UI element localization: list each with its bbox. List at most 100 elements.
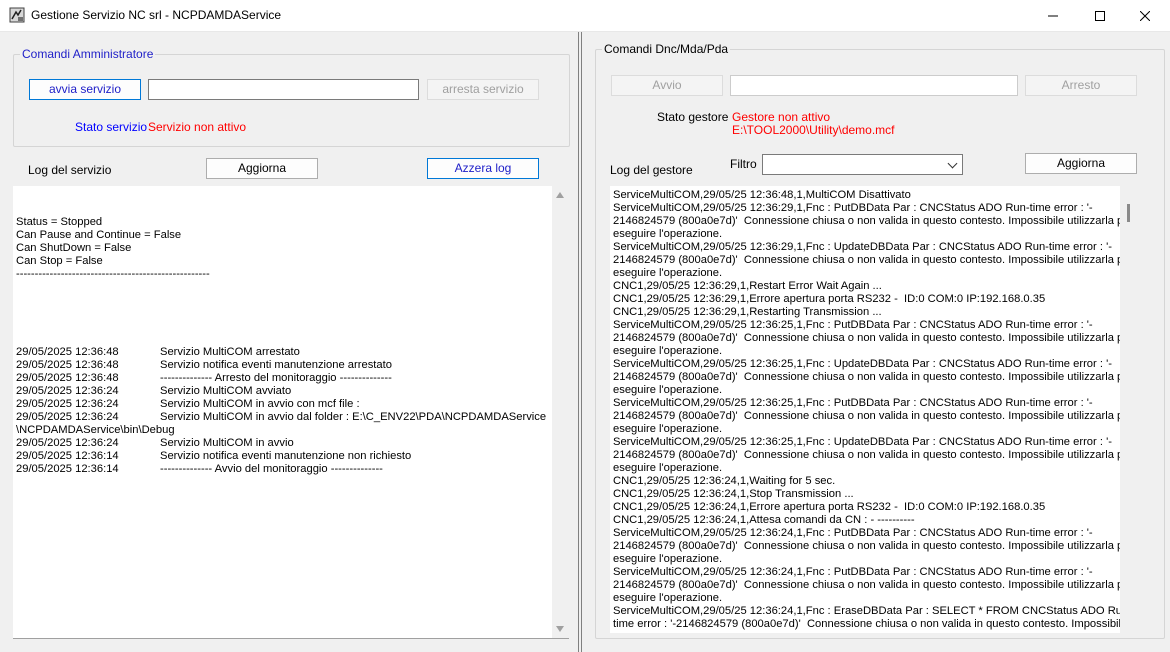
window-title: Gestione Servizio NC srl - NCPDAMDAServi…	[31, 8, 282, 22]
filter-label: Filtro	[730, 157, 757, 171]
manager-log-line: ServiceMultiCOM,29/05/25 12:36:48,1,Mult…	[613, 189, 911, 201]
stop-manager-button[interactable]: Arresto	[1025, 75, 1137, 96]
filter-dropdown[interactable]	[762, 154, 963, 175]
service-log-entry: 29/05/2025 12:36:14 -------------- Avvio …	[16, 463, 383, 476]
manager-log-line: 2146824579 (800a0e7d)' Connessione chius…	[613, 449, 1134, 461]
service-log-message: Servizio MultiCOM avviato	[160, 385, 292, 397]
stop-service-button[interactable]: arresta servizio	[427, 79, 539, 100]
service-log-timestamp: 29/05/2025 12:36:14	[16, 450, 119, 462]
manager-log-line: ServiceMultiCOM,29/05/25 12:36:25,1,Fnc …	[613, 436, 1112, 448]
service-log-continuation: \NCPDAMDAService\bin\Debug	[16, 424, 175, 436]
service-log-entry: 29/05/2025 12:36:14 Servizio notifica eve…	[16, 450, 411, 463]
close-icon	[1139, 10, 1151, 22]
manager-input[interactable]	[730, 75, 1018, 96]
manager-log-line: CNC1,29/05/25 12:36:29,1,Errore apertura…	[613, 293, 1046, 305]
manager-log-line: 2146824579 (800a0e7d)' Connessione chius…	[613, 371, 1134, 383]
manager-log-line: ServiceMultiCOM,29/05/25 12:36:25,1,Fnc …	[613, 319, 1093, 331]
service-log-timestamp: 29/05/2025 12:36:24	[16, 411, 119, 423]
manager-log-line: ServiceMultiCOM,29/05/25 12:36:24,1,Fnc …	[613, 605, 1132, 617]
service-log-header-line: Can Pause and Continue = False	[16, 229, 182, 241]
service-log-entry: 29/05/2025 12:36:48 Servizio notifica eve…	[16, 359, 392, 372]
service-log-timestamp: 29/05/2025 12:36:24	[16, 437, 119, 449]
manager-log-line: ServiceMultiCOM,29/05/25 12:36:29,1,Fnc …	[613, 202, 1093, 214]
manager-log-label: Log del gestore	[610, 163, 693, 177]
minimize-button[interactable]	[1030, 0, 1076, 31]
manager-log-line: ServiceMultiCOM,29/05/25 12:36:29,1,Fnc …	[613, 241, 1112, 253]
manager-log-line: eseguire l'operazione.	[613, 228, 723, 240]
manager-log-line: eseguire l'operazione.	[613, 553, 723, 565]
manager-status-label: Stato gestore	[657, 110, 729, 124]
admin-commands-group: Comandi Amministratore avvia servizio ar…	[13, 47, 570, 147]
service-log-entry: 29/05/2025 12:36:48 -------------- Arrest…	[16, 372, 392, 385]
admin-commands-title: Comandi Amministratore	[20, 47, 156, 61]
manager-log-line: CNC1,29/05/25 12:36:29,1,Restart Error W…	[613, 280, 882, 292]
service-log-message: Servizio MultiCOM arrestato	[160, 346, 300, 358]
service-log-message: Servizio MultiCOM in avvio	[160, 437, 294, 449]
manager-log-line: 2146824579 (800a0e7d)' Connessione chius…	[613, 579, 1134, 591]
service-status-value: Servizio non attivo	[148, 120, 247, 134]
manager-log-line: 2146824579 (800a0e7d)' Connessione chius…	[613, 254, 1134, 266]
manager-log-scroll-thumb[interactable]	[1127, 204, 1130, 222]
manager-log-line: 2146824579 (800a0e7d)' Connessione chius…	[613, 215, 1134, 227]
service-log-timestamp: 29/05/2025 12:36:48	[16, 372, 119, 384]
start-service-button[interactable]: avvia servizio	[29, 79, 141, 100]
manager-log-line: ServiceMultiCOM,29/05/25 12:36:25,1,Fnc …	[613, 397, 1093, 409]
manager-log-line: ServiceMultiCOM,29/05/25 12:36:25,1,Fnc …	[613, 358, 1112, 370]
service-log-bottom-border	[13, 638, 569, 639]
maximize-icon	[1095, 11, 1105, 22]
service-log-header-line: Status = Stopped	[16, 216, 103, 228]
manager-log-line: time error : '-2146824579 (800a0e7d)' Co…	[613, 618, 1128, 630]
service-log-timestamp: 29/05/2025 12:36:14	[16, 463, 119, 475]
app-icon	[9, 7, 25, 23]
refresh-service-log-button[interactable]: Aggiorna	[206, 158, 318, 179]
service-log-message: -------------- Arresto del monitoraggio …	[160, 372, 392, 384]
service-log-text: Status = Stopped Can Pause and Continue =…	[16, 190, 546, 502]
manager-log-line: eseguire l'operazione.	[613, 462, 723, 474]
manager-log-line: CNC1,29/05/25 12:36:29,1,Restarting Tran…	[613, 306, 882, 318]
manager-log-line: CNC1,29/05/25 12:36:24,1,Waiting for 5 s…	[613, 475, 836, 487]
clear-log-button[interactable]: Azzera log	[427, 158, 539, 179]
service-log-message: Servizio notifica eventi manutenzione ar…	[160, 359, 392, 371]
start-manager-button[interactable]: Avvio	[611, 75, 723, 96]
manager-config-path: E:\TOOL2000\Utility\demo.mcf	[732, 123, 895, 137]
service-log-timestamp: 29/05/2025 12:36:24	[16, 398, 119, 410]
service-log-message: Servizio MultiCOM in avvio con mcf file …	[160, 398, 360, 410]
service-log-header-line: ----------------------------------------…	[16, 268, 210, 280]
scroll-up-arrow-icon[interactable]	[556, 192, 564, 198]
manager-log-line: eseguire l'operazione.	[613, 384, 723, 396]
service-status-label: Stato servizio	[75, 120, 148, 134]
manager-pane: Comandi Dnc/Mda/Pda Avvio Arresto Stato …	[583, 32, 1170, 652]
service-log-entry: 29/05/2025 12:36:24 Servizio MultiCOM in …	[16, 411, 546, 424]
manager-log-scrollbar[interactable]	[1120, 186, 1137, 633]
maximize-button[interactable]	[1077, 0, 1123, 31]
service-input[interactable]	[148, 79, 419, 100]
service-log-entry: 29/05/2025 12:36:24 Servizio MultiCOM avv…	[16, 385, 291, 398]
service-log-message: Servizio MultiCOM in avvio dal folder : …	[160, 411, 547, 423]
service-log-entry: 29/05/2025 12:36:48 Servizio MultiCOM arr…	[16, 346, 300, 359]
close-button[interactable]	[1122, 0, 1168, 31]
service-log-entry: 29/05/2025 12:36:24 Servizio MultiCOM in …	[16, 437, 294, 450]
manager-log-line: eseguire l'operazione.	[613, 345, 723, 357]
chevron-down-icon	[947, 158, 958, 169]
manager-log-line: 2146824579 (800a0e7d)' Connessione chius…	[613, 540, 1134, 552]
manager-log-line: CNC1,29/05/25 12:36:24,1,Stop Transmissi…	[613, 488, 854, 500]
scroll-down-arrow-icon[interactable]	[556, 626, 564, 632]
manager-log-line: ServiceMultiCOM,29/05/25 12:36:24,1,Fnc …	[613, 566, 1093, 578]
manager-status-value: Gestore non attivo	[732, 110, 831, 124]
manager-log-line: eseguire l'operazione.	[613, 423, 723, 435]
manager-log-line: eseguire l'operazione.	[613, 267, 723, 279]
service-log-scrollbar[interactable]	[552, 186, 569, 638]
manager-log-line: eseguire l'operazione.	[613, 592, 723, 604]
service-log-timestamp: 29/05/2025 12:36:48	[16, 359, 119, 371]
manager-log-text: ServiceMultiCOM,29/05/25 12:36:48,1,Mult…	[613, 189, 1133, 631]
service-log-entry: 29/05/2025 12:36:24 Servizio MultiCOM in …	[16, 398, 360, 411]
minimize-icon	[1048, 15, 1058, 17]
service-log-header-line: Can Stop = False	[16, 255, 103, 267]
service-log-box[interactable]: Status = Stopped Can Pause and Continue =…	[13, 186, 569, 638]
service-log-message: Servizio notifica eventi manutenzione no…	[160, 450, 412, 462]
title-bar: Gestione Servizio NC srl - NCPDAMDAServi…	[0, 0, 1170, 32]
refresh-manager-log-button[interactable]: Aggiorna	[1025, 153, 1137, 174]
service-log-label: Log del servizio	[28, 163, 112, 177]
manager-log-box[interactable]: ServiceMultiCOM,29/05/25 12:36:48,1,Mult…	[610, 186, 1137, 633]
manager-log-line: 2146824579 (800a0e7d)' Connessione chius…	[613, 410, 1134, 422]
